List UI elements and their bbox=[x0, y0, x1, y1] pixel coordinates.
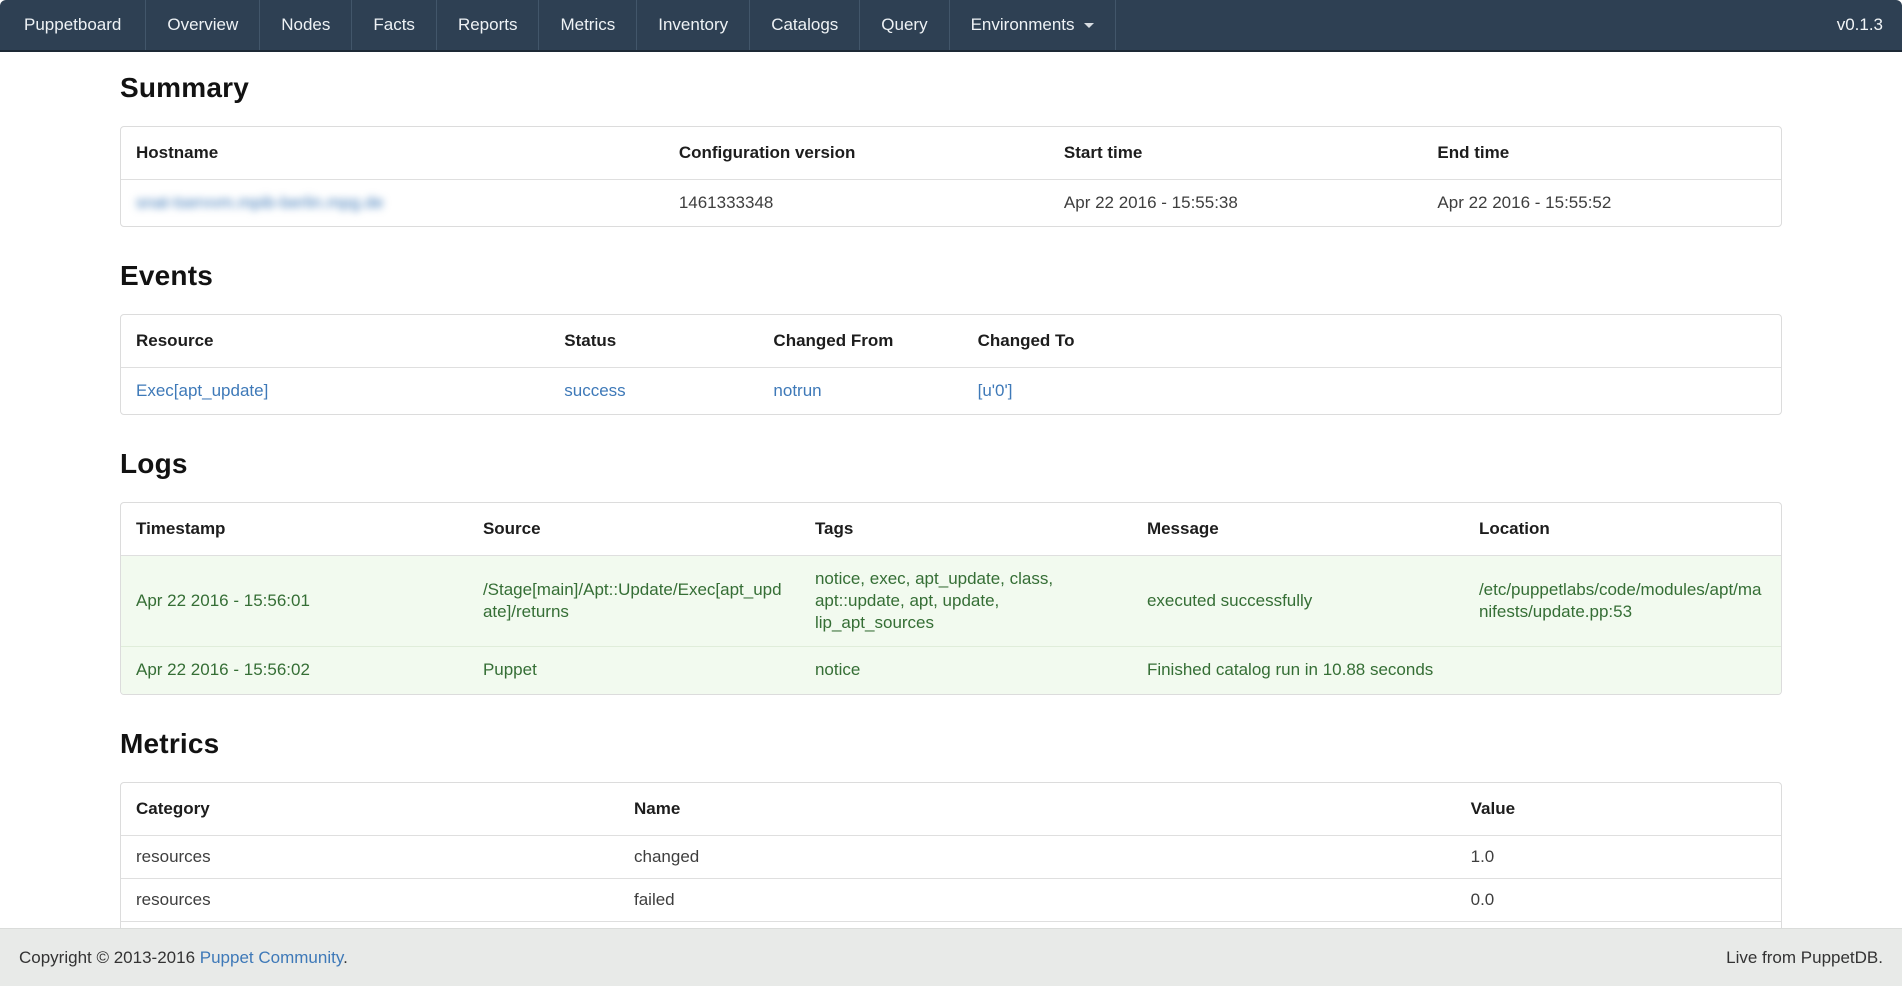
puppetdb-status-text: Live from PuppetDB. bbox=[1726, 948, 1883, 968]
summary-header-row: Hostname Configuration version Start tim… bbox=[121, 127, 1781, 180]
log-location bbox=[1464, 647, 1781, 694]
copyright-text: Copyright © 2013-2016 Puppet Community. bbox=[19, 948, 348, 968]
log-message: Finished catalog run in 10.88 seconds bbox=[1132, 647, 1464, 694]
nav-dropdown-environments[interactable]: Environments bbox=[950, 0, 1116, 50]
metric-name: failed bbox=[619, 878, 1456, 921]
logs-col-location: Location bbox=[1464, 503, 1781, 556]
summary-row: snat-tservvm.mpib-berlin.mpg.de 14613333… bbox=[121, 180, 1781, 227]
nav-item-overview[interactable]: Overview bbox=[146, 0, 260, 50]
logs-panel: Timestamp Source Tags Message Location A… bbox=[120, 502, 1782, 694]
metrics-header-row: Category Name Value bbox=[121, 783, 1781, 836]
metric-value: 0.0 bbox=[1456, 878, 1781, 921]
event-changed-to-link[interactable]: [u'0'] bbox=[978, 381, 1013, 400]
nav-item-metrics[interactable]: Metrics bbox=[539, 0, 637, 50]
events-col-changed-to: Changed To bbox=[963, 315, 1781, 368]
end-time-value: Apr 22 2016 - 15:55:52 bbox=[1422, 180, 1781, 227]
section-title-summary: Summary bbox=[120, 72, 1782, 104]
metric-category: resources bbox=[121, 878, 619, 921]
summary-table: Hostname Configuration version Start tim… bbox=[121, 127, 1781, 226]
navbar-brand-puppetboard[interactable]: Puppetboard bbox=[0, 0, 146, 50]
event-resource-link[interactable]: Exec[apt_update] bbox=[136, 381, 268, 400]
top-navbar: Puppetboard Overview Nodes Facts Reports… bbox=[0, 0, 1902, 52]
log-location: /etc/puppetlabs/code/modules/apt/manifes… bbox=[1464, 556, 1781, 647]
metrics-col-name: Name bbox=[619, 783, 1456, 836]
log-row: Apr 22 2016 - 15:56:01 /Stage[main]/Apt:… bbox=[121, 556, 1781, 647]
start-time-value: Apr 22 2016 - 15:55:38 bbox=[1049, 180, 1423, 227]
summary-col-config-version: Configuration version bbox=[664, 127, 1049, 180]
logs-col-timestamp: Timestamp bbox=[121, 503, 468, 556]
version-badge: v0.1.3 bbox=[1818, 0, 1902, 50]
logs-col-tags: Tags bbox=[800, 503, 1132, 556]
log-timestamp: Apr 22 2016 - 15:56:01 bbox=[121, 556, 468, 647]
nav-item-nodes[interactable]: Nodes bbox=[260, 0, 352, 50]
summary-col-end-time: End time bbox=[1422, 127, 1781, 180]
section-title-logs: Logs bbox=[120, 448, 1782, 480]
copyright-prefix: Copyright © 2013-2016 bbox=[19, 948, 200, 967]
event-row: Exec[apt_update] success notrun [u'0'] bbox=[121, 368, 1781, 415]
nav-item-inventory[interactable]: Inventory bbox=[637, 0, 750, 50]
metric-row: resources failed 0.0 bbox=[121, 878, 1781, 921]
metrics-col-category: Category bbox=[121, 783, 619, 836]
logs-col-source: Source bbox=[468, 503, 800, 556]
metric-row: resources changed 1.0 bbox=[121, 835, 1781, 878]
metric-name: changed bbox=[619, 835, 1456, 878]
nav-item-reports[interactable]: Reports bbox=[437, 0, 540, 50]
events-col-changed-from: Changed From bbox=[758, 315, 962, 368]
event-changed-from-link[interactable]: notrun bbox=[773, 381, 821, 400]
event-status-link[interactable]: success bbox=[564, 381, 625, 400]
metric-value: 1.0 bbox=[1456, 835, 1781, 878]
caret-down-icon bbox=[1084, 23, 1094, 28]
log-row: Apr 22 2016 - 15:56:02 Puppet notice Fin… bbox=[121, 647, 1781, 694]
page-footer: Copyright © 2013-2016 Puppet Community. … bbox=[0, 928, 1902, 986]
log-source: Puppet bbox=[468, 647, 800, 694]
log-message: executed successfully bbox=[1132, 556, 1464, 647]
environments-label: Environments bbox=[971, 15, 1075, 35]
config-version-value: 1461333348 bbox=[664, 180, 1049, 227]
log-source: /Stage[main]/Apt::Update/Exec[apt_update… bbox=[468, 556, 800, 647]
section-title-events: Events bbox=[120, 260, 1782, 292]
logs-header-row: Timestamp Source Tags Message Location bbox=[121, 503, 1781, 556]
events-header-row: Resource Status Changed From Changed To bbox=[121, 315, 1781, 368]
logs-table: Timestamp Source Tags Message Location A… bbox=[121, 503, 1781, 693]
events-panel: Resource Status Changed From Changed To … bbox=[120, 314, 1782, 415]
log-tags: notice, exec, apt_update, class, apt::up… bbox=[800, 556, 1132, 647]
nav-item-facts[interactable]: Facts bbox=[352, 0, 437, 50]
main-content: Summary Hostname Configuration version S… bbox=[120, 72, 1782, 986]
summary-panel: Hostname Configuration version Start tim… bbox=[120, 126, 1782, 227]
logs-col-message: Message bbox=[1132, 503, 1464, 556]
events-col-resource: Resource bbox=[121, 315, 549, 368]
summary-col-hostname: Hostname bbox=[121, 127, 664, 180]
log-tags: notice bbox=[800, 647, 1132, 694]
hostname-link[interactable]: snat-tservvm.mpib-berlin.mpg.de bbox=[136, 193, 384, 212]
metrics-col-value: Value bbox=[1456, 783, 1781, 836]
navbar-spacer bbox=[1116, 0, 1818, 50]
puppet-community-link[interactable]: Puppet Community bbox=[200, 948, 343, 967]
events-col-status: Status bbox=[549, 315, 758, 368]
summary-col-start-time: Start time bbox=[1049, 127, 1423, 180]
nav-item-catalogs[interactable]: Catalogs bbox=[750, 0, 860, 50]
metric-category: resources bbox=[121, 835, 619, 878]
copyright-suffix: . bbox=[343, 948, 348, 967]
log-timestamp: Apr 22 2016 - 15:56:02 bbox=[121, 647, 468, 694]
section-title-metrics: Metrics bbox=[120, 728, 1782, 760]
nav-item-query[interactable]: Query bbox=[860, 0, 949, 50]
events-table: Resource Status Changed From Changed To … bbox=[121, 315, 1781, 414]
